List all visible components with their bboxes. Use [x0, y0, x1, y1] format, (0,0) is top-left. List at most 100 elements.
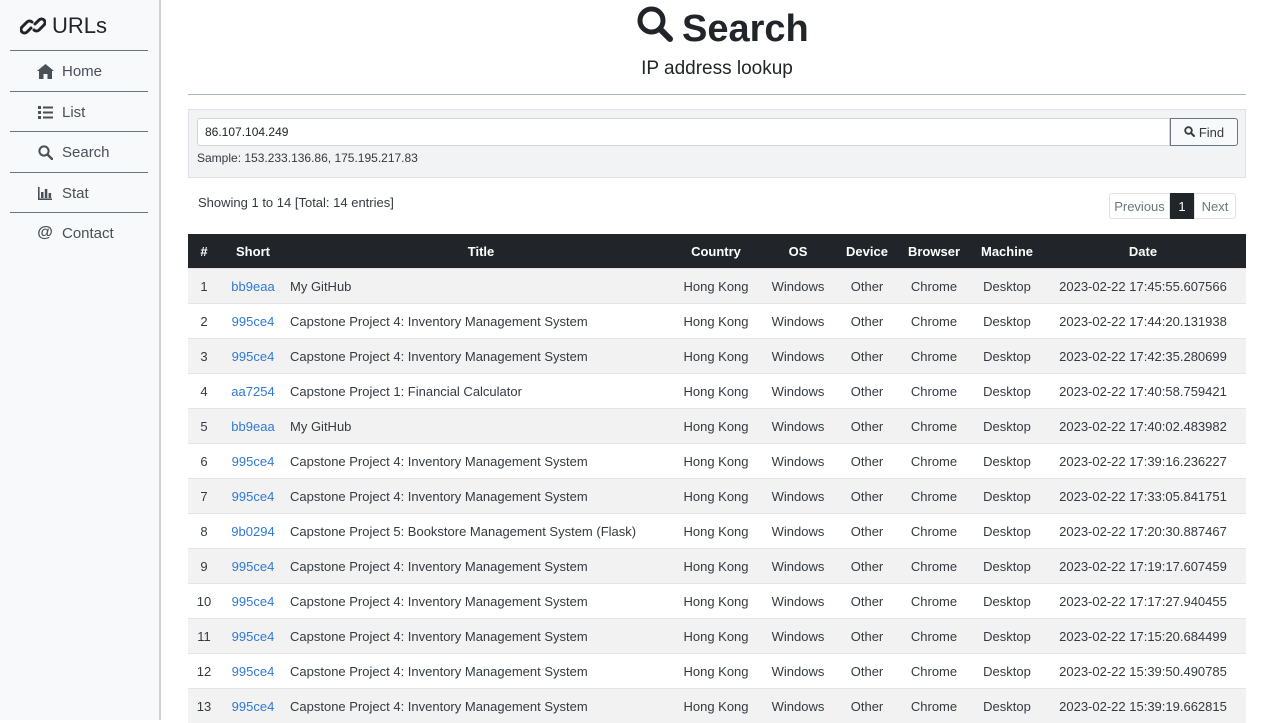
- cell-date: 2023-02-22 15:39:19.662815: [1040, 689, 1246, 723]
- cell-country: Hong Kong: [676, 619, 756, 654]
- cell-device: Other: [840, 689, 894, 723]
- cell-os: Windows: [756, 514, 840, 549]
- cell-os: Windows: [756, 374, 840, 409]
- cell-device: Other: [840, 374, 894, 409]
- column-header-number[interactable]: #: [188, 234, 220, 269]
- short-link[interactable]: 995ce4: [232, 664, 275, 679]
- cell-date: 2023-02-22 17:33:05.841751: [1040, 479, 1246, 514]
- cell-device: Other: [840, 549, 894, 584]
- cell-browser: Chrome: [894, 514, 974, 549]
- cell-browser: Chrome: [894, 304, 974, 339]
- cell-country: Hong Kong: [676, 549, 756, 584]
- cell-machine: Desktop: [974, 619, 1040, 654]
- cell-date: 2023-02-22 17:39:16.236227: [1040, 444, 1246, 479]
- cell-os: Windows: [756, 689, 840, 723]
- cell-browser: Chrome: [894, 549, 974, 584]
- cell-title: Capstone Project 4: Inventory Management…: [286, 654, 676, 689]
- pagination: Previous 1 Next: [1109, 193, 1236, 219]
- link-icon: [20, 15, 46, 37]
- cell-short-link: 995ce4: [220, 549, 286, 584]
- cell-country: Hong Kong: [676, 374, 756, 409]
- cell-browser: Chrome: [894, 339, 974, 374]
- column-header-browser[interactable]: Browser: [894, 234, 974, 269]
- cell-title: Capstone Project 1: Financial Calculator: [286, 374, 676, 409]
- sidebar-item-stat[interactable]: Stat: [10, 173, 148, 213]
- table-row: 3 995ce4 Capstone Project 4: Inventory Man…: [188, 339, 1246, 374]
- cell-browser: Chrome: [894, 409, 974, 444]
- cell-browser: Chrome: [894, 654, 974, 689]
- sidebar-item-home[interactable]: Home: [10, 51, 148, 91]
- cell-row-number: 9: [188, 549, 220, 584]
- cell-title: Capstone Project 4: Inventory Management…: [286, 619, 676, 654]
- cell-row-number: 4: [188, 374, 220, 409]
- short-link[interactable]: aa7254: [231, 384, 274, 399]
- cell-title: My GitHub: [286, 409, 676, 444]
- cell-short-link: 995ce4: [220, 339, 286, 374]
- cell-os: Windows: [756, 444, 840, 479]
- sidebar-item-contact[interactable]: @ Contact: [10, 213, 148, 253]
- short-link[interactable]: 995ce4: [232, 349, 275, 364]
- column-header-os[interactable]: OS: [756, 234, 840, 269]
- sidebar-item-search[interactable]: Search: [10, 132, 148, 172]
- short-link[interactable]: 995ce4: [232, 629, 275, 644]
- short-link[interactable]: 995ce4: [232, 594, 275, 609]
- cell-device: Other: [840, 444, 894, 479]
- short-link[interactable]: bb9eaa: [231, 419, 274, 434]
- page-1-button[interactable]: 1: [1170, 193, 1194, 219]
- short-link[interactable]: 995ce4: [232, 454, 275, 469]
- cell-device: Other: [840, 409, 894, 444]
- cell-row-number: 11: [188, 619, 220, 654]
- cell-country: Hong Kong: [676, 479, 756, 514]
- short-link[interactable]: 9b0294: [231, 524, 274, 539]
- cell-os: Windows: [756, 584, 840, 619]
- cell-os: Windows: [756, 304, 840, 339]
- brand[interactable]: URLs: [20, 10, 107, 42]
- column-header-short[interactable]: Short: [220, 234, 286, 269]
- cell-browser: Chrome: [894, 584, 974, 619]
- table-row: 5bb9eaaMy GitHubHong KongWindowsOtherChr…: [188, 409, 1246, 444]
- cell-row-number: 10: [188, 584, 220, 619]
- column-header-title[interactable]: Title: [286, 234, 676, 269]
- cell-browser: Chrome: [894, 444, 974, 479]
- cell-title: Capstone Project 4: Inventory Management…: [286, 339, 676, 374]
- table-header-row: # Short Title Country OS Device Browser …: [188, 234, 1246, 269]
- cell-device: Other: [840, 304, 894, 339]
- column-header-machine[interactable]: Machine: [974, 234, 1040, 269]
- cell-row-number: 3: [188, 339, 220, 374]
- cell-date: 2023-02-22 17:45:55.607566: [1040, 269, 1246, 304]
- cell-date: 2023-02-22 15:39:50.490785: [1040, 654, 1246, 689]
- cell-short-link: 995ce4: [220, 654, 286, 689]
- cell-machine: Desktop: [974, 479, 1040, 514]
- cell-row-number: 8: [188, 514, 220, 549]
- cell-os: Windows: [756, 619, 840, 654]
- short-link[interactable]: 995ce4: [232, 489, 275, 504]
- cell-short-link: 995ce4: [220, 304, 286, 339]
- find-button[interactable]: Find: [1170, 118, 1238, 146]
- short-link[interactable]: bb9eaa: [231, 279, 274, 294]
- page-subtitle: IP address lookup: [188, 58, 1246, 80]
- search-icon: [36, 143, 54, 161]
- short-link[interactable]: 995ce4: [232, 559, 275, 574]
- cell-machine: Desktop: [974, 549, 1040, 584]
- cell-device: Other: [840, 654, 894, 689]
- next-page-button[interactable]: Next: [1194, 193, 1236, 219]
- cell-device: Other: [840, 339, 894, 374]
- sidebar-item-list[interactable]: List: [10, 92, 148, 132]
- sidebar-item-label: Stat: [62, 185, 89, 202]
- column-header-device[interactable]: Device: [840, 234, 894, 269]
- column-header-country[interactable]: Country: [676, 234, 756, 269]
- short-link[interactable]: 995ce4: [232, 699, 275, 714]
- cell-machine: Desktop: [974, 304, 1040, 339]
- short-link[interactable]: 995ce4: [232, 314, 275, 329]
- cell-country: Hong Kong: [676, 339, 756, 374]
- ip-search-input[interactable]: [197, 118, 1170, 146]
- cell-short-link: aa7254: [220, 374, 286, 409]
- sidebar: URLs Home List Search Stat @ Contact: [0, 0, 161, 720]
- cell-device: Other: [840, 514, 894, 549]
- sidebar-item-label: Contact: [62, 225, 114, 242]
- previous-page-button[interactable]: Previous: [1109, 193, 1170, 219]
- cell-date: 2023-02-22 17:42:35.280699: [1040, 339, 1246, 374]
- cell-title: Capstone Project 4: Inventory Management…: [286, 584, 676, 619]
- cell-os: Windows: [756, 339, 840, 374]
- column-header-date[interactable]: Date: [1040, 234, 1246, 269]
